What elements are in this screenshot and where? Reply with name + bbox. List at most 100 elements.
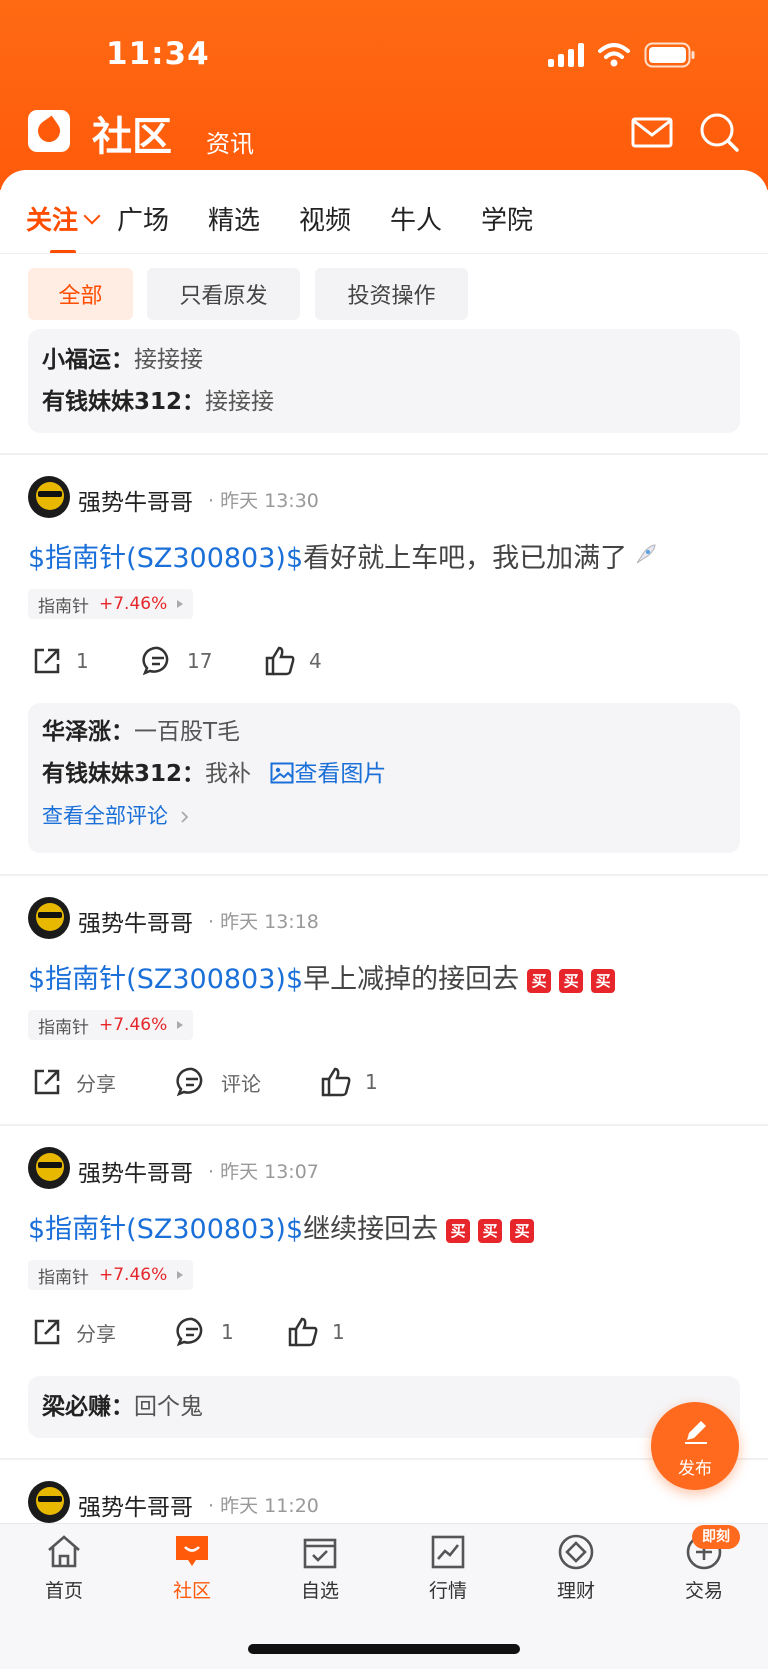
comment-box[interactable]: 华泽涨：一百股T毛 有钱妹妹312：我补 查看图片 查看全部评论 (28, 703, 740, 853)
post-time: · 昨天 13:07 (208, 1161, 319, 1183)
stock-tag[interactable]: 指南针 +7.46% (28, 1260, 194, 1290)
thumbs-up-icon (321, 1067, 351, 1097)
app-header: 11:34 社区 资讯 (0, 0, 768, 190)
stock-tag-name: 指南针 (38, 1267, 89, 1288)
post-content[interactable]: $指南针(SZ300803)$早上减掉的接回去买买买 (28, 957, 616, 996)
like-button[interactable]: 1 (319, 1065, 378, 1099)
tab-divider (0, 253, 768, 254)
like-button[interactable]: 1 (286, 1315, 345, 1349)
comment-button[interactable]: 1 (175, 1315, 234, 1349)
tab-experts[interactable]: 牛人 (390, 200, 442, 237)
avatar[interactable] (28, 897, 70, 939)
view-all-comments-link[interactable]: 查看全部评论 (42, 795, 726, 837)
comment-user[interactable]: 有钱妹妹312： (42, 761, 205, 787)
tab-featured[interactable]: 精选 (208, 200, 260, 237)
nav-wealth[interactable]: 理财 (526, 1532, 626, 1603)
like-count: 1 (332, 1320, 345, 1344)
mail-icon[interactable] (630, 110, 674, 154)
search-icon[interactable] (697, 110, 741, 154)
post-divider (0, 453, 768, 455)
share-icon (34, 1319, 60, 1345)
nav-watchlist[interactable]: 自选 (270, 1532, 370, 1603)
comment-user[interactable]: 华泽涨： (42, 719, 134, 745)
post-divider (0, 1124, 768, 1126)
status-icons (548, 40, 696, 70)
publish-button[interactable]: 发布 (651, 1402, 739, 1490)
share-button[interactable]: 分享 (30, 1315, 116, 1349)
comment-text: 接接接 (134, 347, 203, 373)
buy-emoji: 买 (559, 969, 584, 993)
comment-text: 一百股T毛 (134, 719, 241, 745)
nav-wealth-label: 理财 (556, 1580, 595, 1602)
comment-line: 有钱妹妹312：我补 查看图片 (42, 753, 726, 795)
pencil-icon (685, 1421, 707, 1444)
tab-follow[interactable]: 关注 (26, 200, 78, 237)
thumbs-up-icon (288, 1317, 318, 1347)
stock-tag[interactable]: 指南针 +7.46% (28, 589, 194, 619)
like-count: 1 (365, 1070, 378, 1094)
post-author[interactable]: 强势牛哥哥 (78, 904, 193, 938)
post-author[interactable]: 强势牛哥哥 (78, 483, 193, 517)
like-count: 4 (309, 649, 322, 673)
stock-tag[interactable]: 指南针 +7.46% (28, 1010, 194, 1040)
post-author[interactable]: 强势牛哥哥 (78, 1488, 193, 1522)
stock-tag-change: +7.46% (99, 594, 168, 614)
comment-line: 华泽涨：一百股T毛 (42, 711, 726, 753)
wealth-icon (558, 1534, 594, 1570)
nav-market[interactable]: 行情 (398, 1532, 498, 1603)
comment-button[interactable]: 17 (141, 644, 212, 678)
share-label: 分享 (76, 1321, 116, 1346)
view-image-link[interactable]: 查看图片 (294, 761, 386, 787)
post-text: 继续接回去 (303, 1214, 439, 1245)
news-link[interactable]: 资讯 (206, 124, 254, 159)
comment-user[interactable]: 小福运： (42, 347, 134, 373)
chevron-down-icon[interactable] (83, 207, 101, 225)
wifi-icon (598, 43, 630, 67)
battery-icon (644, 42, 695, 68)
home-indicator[interactable] (248, 1644, 520, 1654)
comment-user[interactable]: 有钱妹妹312： (42, 389, 205, 415)
community-icon (176, 1536, 208, 1566)
tab-plaza[interactable]: 广场 (117, 200, 169, 237)
post-content[interactable]: $指南针(SZ300803)$继续接回去买买买 (28, 1207, 535, 1246)
share-button[interactable]: 1 (30, 644, 89, 678)
post-text: 早上减掉的接回去 (303, 964, 520, 995)
nav-community-label: 社区 (172, 1580, 211, 1602)
comment-count: 17 (187, 649, 213, 673)
app-logo (28, 110, 70, 152)
post-author[interactable]: 强势牛哥哥 (78, 1154, 193, 1188)
comment-box[interactable]: 梁必赚：回个鬼 (28, 1376, 740, 1438)
tab-academy[interactable]: 学院 (481, 200, 533, 237)
share-button[interactable]: 分享 (30, 1065, 116, 1099)
avatar[interactable] (28, 1481, 70, 1523)
like-button[interactable]: 4 (263, 644, 322, 678)
buy-emoji: 买 (478, 1219, 503, 1243)
avatar[interactable] (28, 476, 70, 518)
signal-icon (548, 43, 584, 67)
filter-original[interactable]: 只看原发 (147, 268, 300, 320)
watchlist-icon (303, 1538, 337, 1569)
stock-tag-name: 指南针 (38, 596, 89, 617)
share-count: 1 (76, 649, 89, 673)
avatar[interactable] (28, 1147, 70, 1189)
stock-link[interactable]: $指南针(SZ300803)$ (28, 1214, 303, 1245)
share-icon (34, 648, 60, 674)
stock-link[interactable]: $指南针(SZ300803)$ (28, 543, 303, 574)
share-label: 分享 (76, 1071, 116, 1096)
community-tabs: 关注 广场 精选 视频 牛人 学院 (0, 200, 768, 254)
nav-home[interactable]: 首页 (14, 1532, 114, 1603)
comment-button[interactable]: 评论 (175, 1065, 261, 1099)
comment-icon (176, 1317, 203, 1347)
nav-community[interactable]: 社区 (142, 1532, 242, 1603)
comment-box[interactable]: 小福运：接接接 有钱妹妹312：接接接 (28, 329, 740, 433)
stock-link[interactable]: $指南针(SZ300803)$ (28, 964, 303, 995)
post-content[interactable]: $指南针(SZ300803)$看好就上车吧，我已加满了 (28, 536, 657, 575)
comment-count: 1 (221, 1320, 234, 1344)
tab-video[interactable]: 视频 (299, 200, 351, 237)
share-icon (34, 1069, 60, 1095)
chevron-right-icon (181, 811, 188, 823)
comment-user[interactable]: 梁必赚： (42, 1394, 134, 1420)
status-time: 11:34 (106, 36, 210, 72)
filter-trades[interactable]: 投资操作 (315, 268, 468, 320)
filter-all[interactable]: 全部 (28, 268, 133, 320)
